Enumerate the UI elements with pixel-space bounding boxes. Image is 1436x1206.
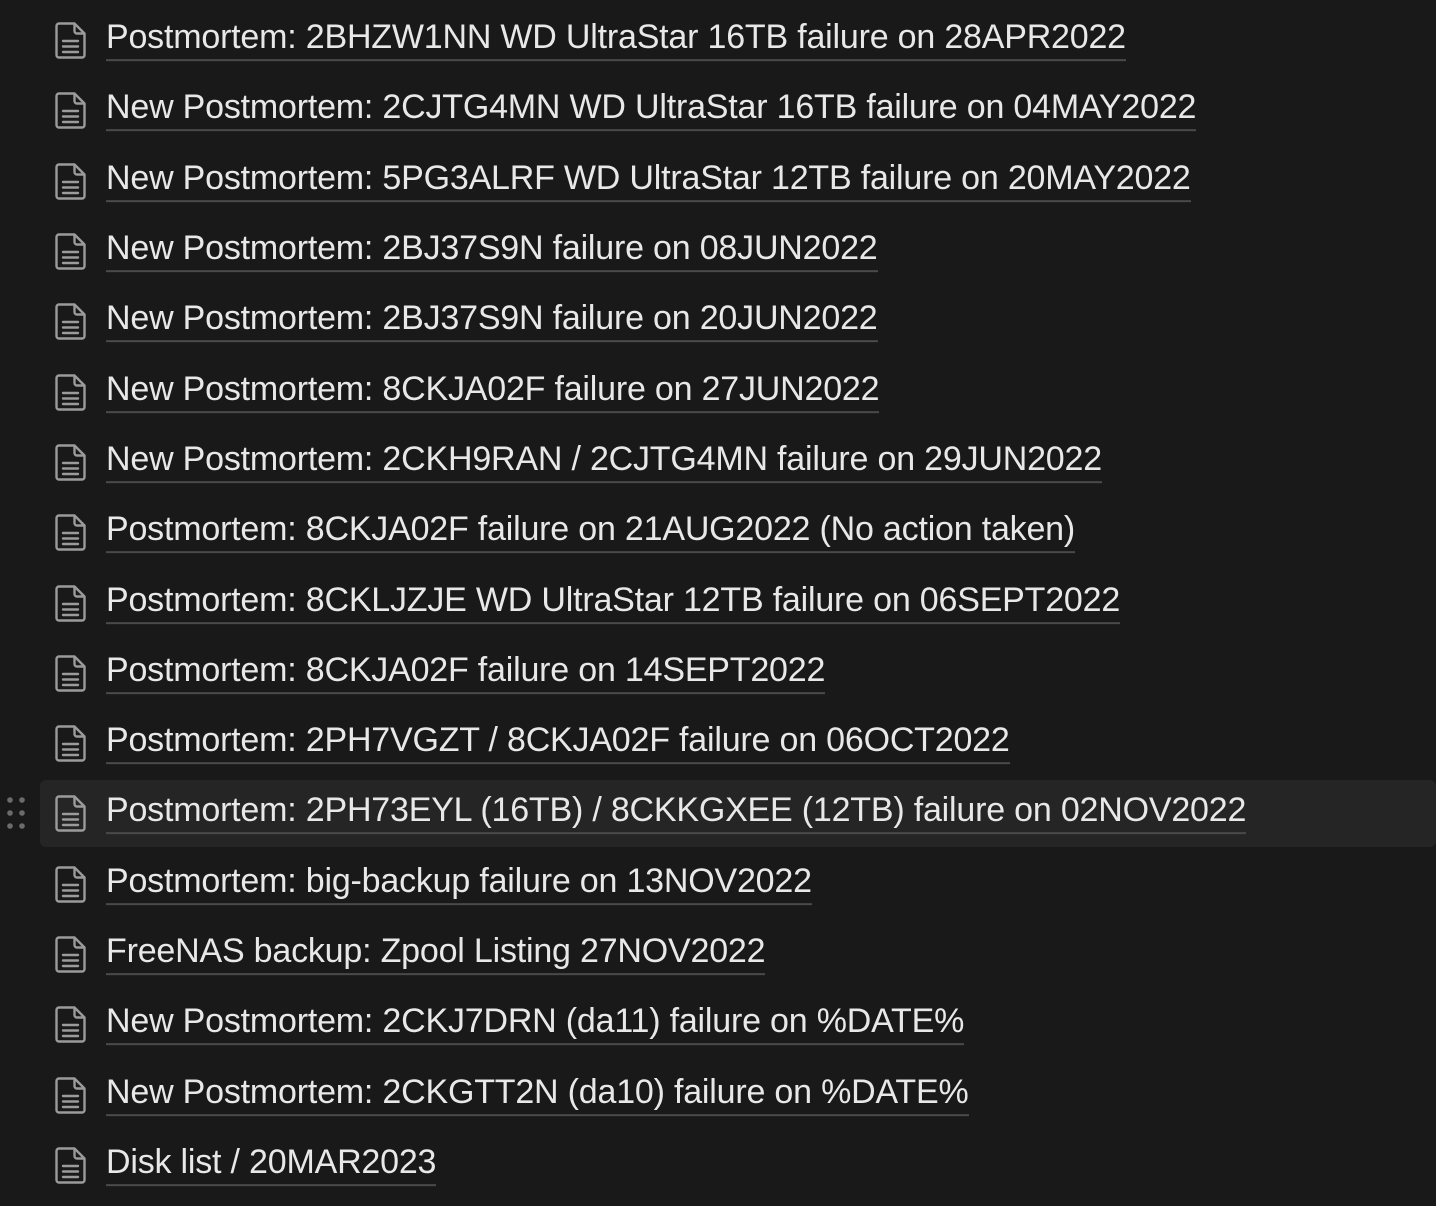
document-icon bbox=[53, 1075, 89, 1115]
document-icon bbox=[53, 20, 89, 60]
page-link-title[interactable]: Postmortem: 8CKJA02F failure on 14SEPT20… bbox=[106, 648, 825, 694]
page-list-item[interactable]: New Postmortem: 2CKJ7DRN (da11) failure … bbox=[0, 989, 1436, 1059]
document-icon bbox=[53, 301, 89, 341]
page-link-title[interactable]: New Postmortem: 5PG3ALRF WD UltraStar 12… bbox=[106, 156, 1191, 202]
document-icon bbox=[53, 1145, 89, 1185]
page-list-item[interactable]: New Postmortem: 2CJTG4MN WD UltraStar 16… bbox=[0, 75, 1436, 145]
page-link-title[interactable]: New Postmortem: 2BJ37S9N failure on 20JU… bbox=[106, 296, 878, 343]
page-link-title[interactable]: Postmortem: 2PH7VGZT / 8CKJA02F failure … bbox=[106, 718, 1010, 765]
page-link-title[interactable]: Postmortem: 2PH73EYL (16TB) / 8CKKGXEE (… bbox=[106, 789, 1246, 835]
page-list-item[interactable]: Postmortem: 2PH73EYL (16TB) / 8CKKGXEE (… bbox=[0, 778, 1436, 848]
page-link-title[interactable]: Postmortem: 8CKLJZJE WD UltraStar 12TB f… bbox=[106, 578, 1120, 624]
document-icon bbox=[53, 934, 89, 974]
document-icon bbox=[53, 723, 89, 763]
page-link-title[interactable]: Postmortem: 2BHZW1NN WD UltraStar 16TB f… bbox=[106, 15, 1126, 62]
page-list-item[interactable]: New Postmortem: 2CKH9RAN / 2CJTG4MN fail… bbox=[0, 427, 1436, 497]
drag-handle-icon[interactable] bbox=[6, 796, 26, 830]
page-list-item[interactable]: Postmortem: 8CKLJZJE WD UltraStar 12TB f… bbox=[0, 567, 1436, 637]
page-link-title[interactable]: Postmortem: big-backup failure on 13NOV2… bbox=[106, 859, 812, 905]
document-icon bbox=[53, 231, 89, 271]
document-icon bbox=[53, 512, 89, 552]
document-icon bbox=[53, 864, 89, 904]
page-link-title[interactable]: New Postmortem: 8CKJA02F failure on 27JU… bbox=[106, 367, 880, 413]
page-list-item[interactable]: Postmortem: 8CKJA02F failure on 21AUG202… bbox=[0, 497, 1436, 567]
page-link-title[interactable]: New Postmortem: 2CKGTT2N (da10) failure … bbox=[106, 1070, 969, 1116]
page-link-title[interactable]: FreeNAS backup: Zpool Listing 27NOV2022 bbox=[106, 929, 766, 976]
document-icon bbox=[53, 442, 89, 482]
page-list-item[interactable]: Postmortem: big-backup failure on 13NOV2… bbox=[0, 849, 1436, 919]
page-list-item[interactable]: New Postmortem: 2CKGTT2N (da10) failure … bbox=[0, 1059, 1436, 1129]
page-list-item[interactable]: New Postmortem: 8CKJA02F failure on 27JU… bbox=[0, 356, 1436, 426]
page-list-item[interactable]: Postmortem: 2PH7VGZT / 8CKJA02F failure … bbox=[0, 708, 1436, 778]
document-icon bbox=[53, 372, 89, 412]
page-link-title[interactable]: New Postmortem: 2CKJ7DRN (da11) failure … bbox=[106, 999, 964, 1046]
page-list-item[interactable]: New Postmortem: 5PG3ALRF WD UltraStar 12… bbox=[0, 146, 1436, 216]
page-link-title[interactable]: Postmortem: 8CKJA02F failure on 21AUG202… bbox=[106, 507, 1075, 554]
page-list-item[interactable]: Disk list / 20MAR2023 bbox=[0, 1130, 1436, 1200]
document-icon bbox=[53, 653, 89, 693]
page-list-item[interactable]: New Postmortem: 2BJ37S9N failure on 08JU… bbox=[0, 216, 1436, 286]
document-icon bbox=[53, 793, 89, 833]
page-link-title[interactable]: Disk list / 20MAR2023 bbox=[106, 1140, 436, 1187]
document-icon bbox=[53, 161, 89, 201]
page-list-item[interactable]: New Postmortem: 2BJ37S9N failure on 20JU… bbox=[0, 286, 1436, 356]
page-list: Postmortem: 2BHZW1NN WD UltraStar 16TB f… bbox=[0, 5, 1436, 1200]
document-icon bbox=[53, 1004, 89, 1044]
page-link-title[interactable]: New Postmortem: 2CKH9RAN / 2CJTG4MN fail… bbox=[106, 437, 1102, 484]
page-link-title[interactable]: New Postmortem: 2BJ37S9N failure on 08JU… bbox=[106, 226, 878, 273]
page-link-title[interactable]: New Postmortem: 2CJTG4MN WD UltraStar 16… bbox=[106, 86, 1196, 132]
page-list-item[interactable]: FreeNAS backup: Zpool Listing 27NOV2022 bbox=[0, 919, 1436, 989]
document-icon bbox=[53, 583, 89, 623]
page-list-item[interactable]: Postmortem: 2BHZW1NN WD UltraStar 16TB f… bbox=[0, 5, 1436, 75]
document-icon bbox=[53, 90, 89, 130]
page-list-item[interactable]: Postmortem: 8CKJA02F failure on 14SEPT20… bbox=[0, 638, 1436, 708]
